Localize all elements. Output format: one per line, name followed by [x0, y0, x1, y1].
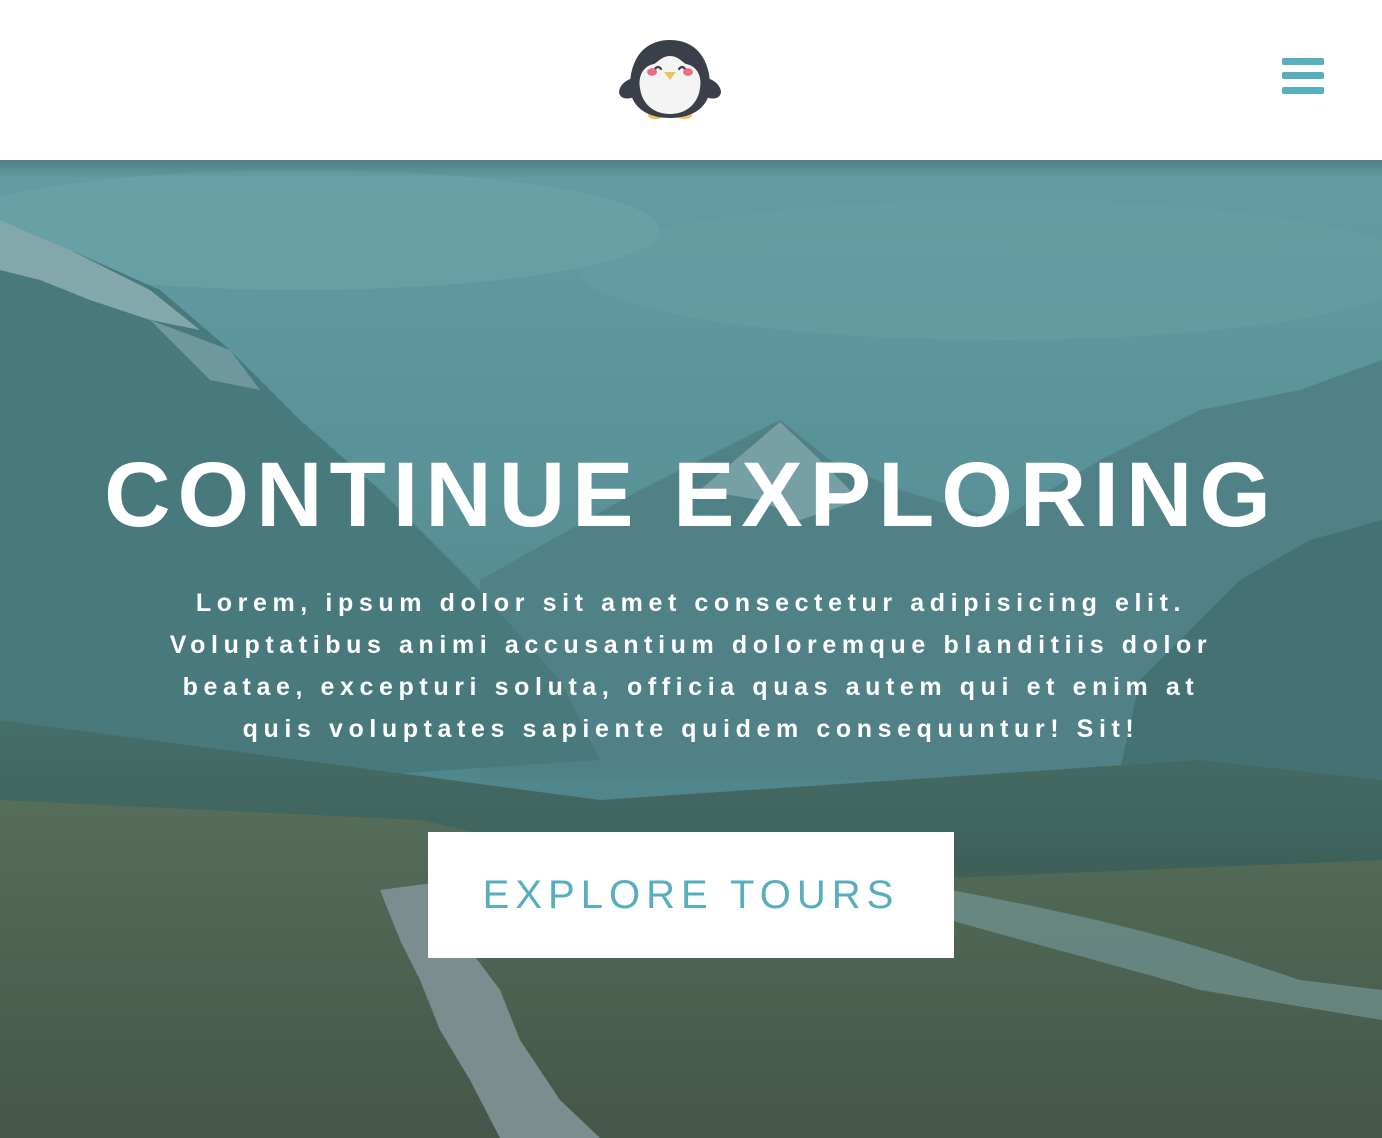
penguin-logo-icon[interactable] [618, 36, 722, 122]
site-header [0, 0, 1382, 160]
hero-title: CONTINUE EXPLORING [104, 444, 1278, 546]
hamburger-menu-icon[interactable] [1276, 52, 1330, 100]
menu-bar [1282, 72, 1324, 79]
explore-tours-button[interactable]: EXPLORE TOURS [428, 832, 954, 958]
hero-section: CONTINUE EXPLORING Lorem, ipsum dolor si… [0, 160, 1382, 1138]
menu-bar [1282, 87, 1324, 94]
menu-bar [1282, 58, 1324, 65]
header-shadow [0, 160, 1382, 178]
hero-description: Lorem, ipsum dolor sit amet consectetur … [169, 589, 1213, 743]
